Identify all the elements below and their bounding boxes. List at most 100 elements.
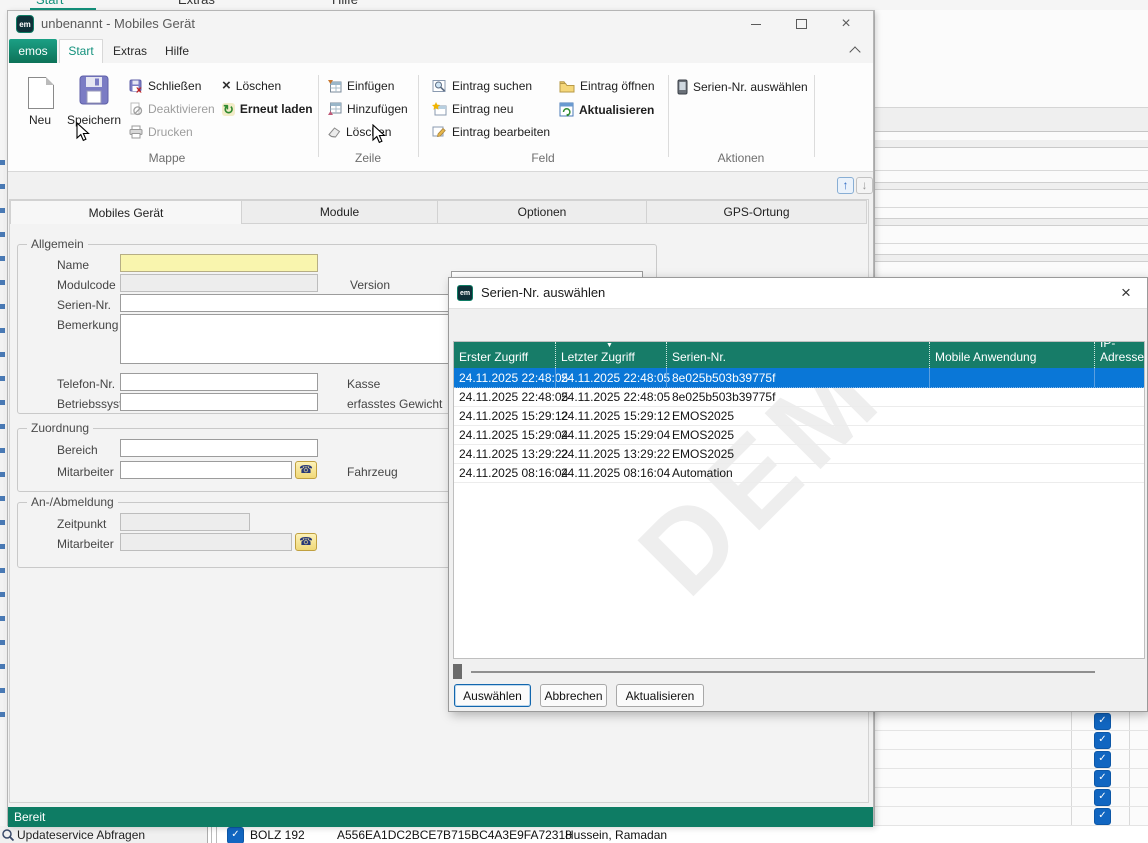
ribbon-button-einfuegen[interactable]: Einfügen — [327, 79, 394, 93]
table-row[interactable]: 24.11.2025 15:29:12 24.11.2025 15:29:12 … — [454, 406, 1144, 426]
svg-text:x: x — [136, 86, 142, 94]
minimize-button[interactable] — [741, 12, 771, 36]
ribbon-button-erneut-laden[interactable]: ↻ Erneut laden — [222, 102, 313, 116]
mitarbeiter-input[interactable] — [120, 461, 292, 479]
column-header-erster-zugriff[interactable]: Erster Zugriff — [454, 342, 556, 368]
move-up-button[interactable]: ↑ — [837, 177, 854, 194]
form-tab-module[interactable]: Module — [242, 200, 438, 224]
mouse-cursor — [372, 124, 386, 144]
bg-checkbox[interactable]: ✓ — [1094, 770, 1111, 787]
h-scrollbar-thumb[interactable] — [453, 664, 462, 679]
h-scrollbar-track — [471, 671, 1095, 673]
label-seriennr: Serien-Nr. — [57, 298, 111, 312]
column-header-seriennr[interactable]: Serien-Nr. — [667, 342, 930, 368]
edit-entry-icon — [432, 125, 447, 139]
ribbon-button-speichern[interactable]: Speichern — [65, 75, 123, 141]
delete-x-icon: × — [222, 79, 231, 93]
name-input[interactable] — [120, 254, 318, 272]
ribbon-button-aktualisieren[interactable]: Aktualisieren — [559, 102, 654, 117]
bg-checkbox[interactable]: ✓ — [1094, 732, 1111, 749]
label-telefon: Telefon-Nr. — [57, 377, 115, 391]
column-header-ip-adresse[interactable]: IP-Adresse — [1095, 342, 1145, 368]
tab-start[interactable]: Start — [59, 39, 103, 63]
abmeldung-lookup-button[interactable]: ☎ — [295, 533, 317, 551]
device-hash: A556EA1DC2BCE7B715BC4A3E9FA72318 — [337, 828, 572, 842]
group-label-feld: Feld — [418, 151, 668, 165]
ribbon-button-neu[interactable]: Neu — [18, 75, 62, 141]
ribbon-button-eintrag-bearbeiten[interactable]: Eintrag bearbeiten — [432, 125, 550, 139]
bg-checkbox[interactable]: ✓ — [1094, 713, 1111, 730]
status-text: Bereit — [14, 810, 45, 824]
betriebssystem-input[interactable] — [120, 393, 318, 411]
title-bar: em unbenannt - Mobiles Gerät × — [8, 11, 873, 38]
auswaehlen-button[interactable]: Auswählen — [454, 684, 531, 707]
table-row[interactable]: 24.11.2025 08:16:04 24.11.2025 08:16:04 … — [454, 463, 1144, 483]
ribbon-button-drucken: Drucken — [129, 125, 193, 139]
form-tab-gps-ortung[interactable]: GPS-Ortung — [647, 200, 867, 224]
updateservice-panel[interactable]: Updateservice Abfragen — [0, 826, 208, 843]
abbrechen-button[interactable]: Abbrechen — [540, 684, 607, 707]
abmeldung-mitarbeiter-input — [120, 533, 292, 551]
app-icon: em — [16, 15, 34, 33]
table-row[interactable]: 24.11.2025 22:48:05 24.11.2025 22:48:05 … — [454, 387, 1144, 407]
bg-bottom-row: Updateservice Abfragen ✓ BOLZ 192 A556EA… — [0, 826, 1148, 843]
tab-emos[interactable]: emos — [9, 39, 57, 63]
dialog-title: Serien-Nr. auswählen — [481, 285, 605, 300]
sort-indicator-icon: ▼ — [606, 342, 613, 349]
ribbon-button-eintrag-suchen[interactable]: Eintrag suchen — [432, 79, 532, 93]
person-name: Hussein, Ramadan — [565, 828, 667, 842]
label-bereich: Bereich — [57, 443, 98, 457]
zeitpunkt-input — [120, 513, 250, 531]
bg-tab-hilfe[interactable]: Hilfe — [326, 0, 396, 10]
reload-icon: ↻ — [222, 103, 235, 116]
close-button[interactable]: × — [831, 12, 861, 36]
tab-hilfe[interactable]: Hilfe — [155, 39, 199, 63]
insert-row-icon — [327, 79, 342, 93]
table-row[interactable]: 24.11.2025 15:29:04 24.11.2025 15:29:04 … — [454, 425, 1144, 445]
bg-checkbox[interactable]: ✓ — [1094, 789, 1111, 806]
column-header-mobile-anwendung[interactable]: Mobile Anwendung — [930, 342, 1095, 368]
mitarbeiter-lookup-button[interactable]: ☎ — [295, 461, 317, 479]
table-row-selected[interactable]: 24.11.2025 22:48:05 24.11.2025 22:48:05 … — [454, 368, 1144, 388]
telefon-input[interactable] — [120, 373, 318, 391]
mobile-device-icon — [677, 79, 688, 95]
ribbon-tab-bar: emos Start Extras Hilfe — [8, 37, 873, 63]
group-label-zeile: Zeile — [318, 151, 418, 165]
form-tab-optionen[interactable]: Optionen — [438, 200, 647, 224]
aktualisieren-button[interactable]: Aktualisieren — [616, 684, 704, 707]
row-checkbox[interactable]: ✓ — [227, 827, 244, 843]
label-zeitpunkt: Zeitpunkt — [57, 517, 106, 531]
move-down-button[interactable]: ↓ — [856, 177, 873, 194]
ribbon-button-schliessen[interactable]: x Schließen — [129, 79, 201, 93]
ribbon-button-eintrag-oeffnen[interactable]: Eintrag öffnen — [559, 79, 655, 93]
label-gewicht: erfasstes Gewicht — [347, 397, 442, 411]
search-entry-icon — [432, 79, 447, 93]
bg-checkbox[interactable]: ✓ — [1094, 751, 1111, 768]
bg-tab-start[interactable]: Start — [30, 0, 100, 10]
h-scrollbar[interactable] — [453, 663, 1145, 679]
ribbon-button-seriennr-auswaehlen[interactable]: Serien-Nr. auswählen — [677, 79, 808, 95]
ribbon-button-loeschen-mappe[interactable]: × Löschen — [222, 79, 281, 93]
label-name: Name — [57, 258, 89, 272]
close-folder-icon: x — [129, 79, 143, 93]
table-row[interactable]: 24.11.2025 13:29:22 24.11.2025 13:29:22 … — [454, 444, 1144, 464]
eraser-icon — [327, 125, 341, 139]
printer-icon — [129, 125, 143, 139]
ribbon-button-eintrag-neu[interactable]: Eintrag neu — [432, 102, 513, 116]
maximize-button[interactable] — [786, 12, 816, 36]
collapse-ribbon-button[interactable] — [851, 45, 867, 59]
serial-table: DEMO Erster Zugriff Letzter Zugriff Seri… — [453, 341, 1145, 659]
tab-extras[interactable]: Extras — [105, 39, 155, 63]
dialog-app-icon: em — [457, 285, 473, 301]
chevron-up-icon — [849, 46, 860, 57]
mouse-cursor — [76, 122, 90, 142]
bg-tab-extras[interactable]: Extras — [172, 0, 242, 10]
bg-checkbox[interactable]: ✓ — [1094, 808, 1111, 825]
bereich-input[interactable] — [120, 439, 318, 457]
ribbon-button-hinzufuegen[interactable]: Hinzufügen — [327, 102, 408, 116]
label-version: Version — [350, 278, 390, 292]
group-label-aktionen: Aktionen — [668, 151, 814, 165]
new-entry-icon — [432, 102, 447, 116]
form-tab-mobiles-geraet[interactable]: Mobiles Gerät — [10, 200, 242, 224]
dialog-close-button[interactable]: × — [1111, 280, 1141, 306]
